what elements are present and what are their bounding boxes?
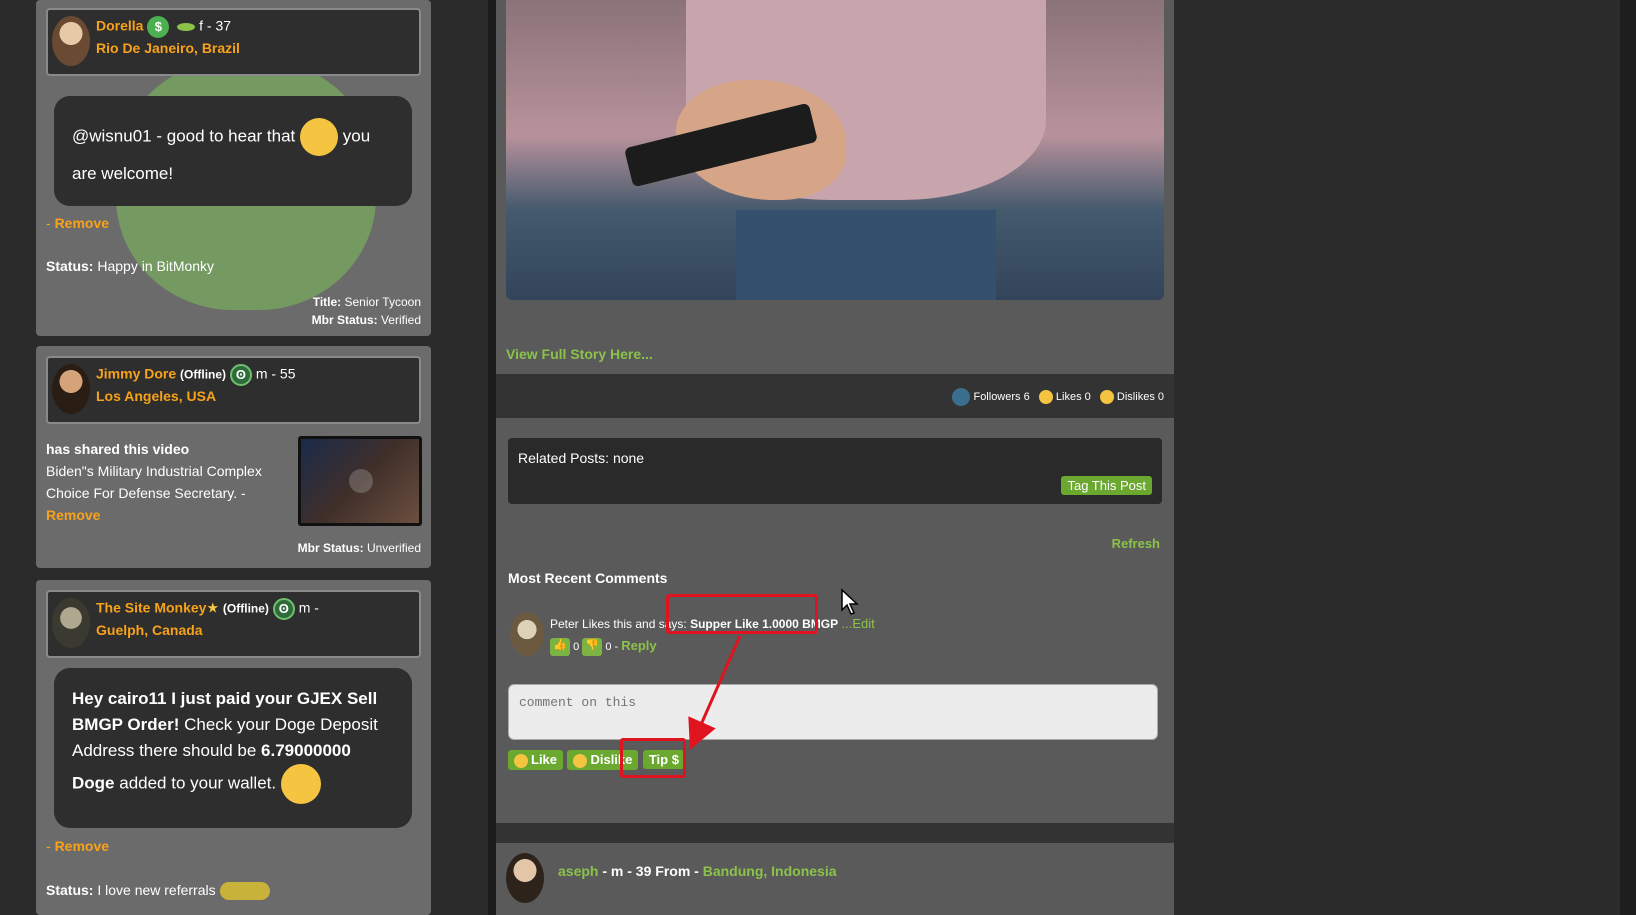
comment-item: Peter Likes this and says: Supper Like 1… bbox=[508, 608, 1148, 668]
like-smiley-icon bbox=[1038, 390, 1053, 404]
card-header: The Site Monkey★ (Offline) ʘ m - Guelph,… bbox=[46, 590, 421, 658]
user-demographic: m - 55 bbox=[255, 365, 296, 382]
monkeys-emoji-icon bbox=[219, 882, 270, 901]
message-bubble: @wisnu01 - good to hear that you are wel… bbox=[54, 96, 412, 206]
highlight-box-comment bbox=[666, 594, 818, 634]
offline-label: (Offline) bbox=[222, 601, 269, 616]
comments-section: Related Posts: none Tag This Post Refres… bbox=[496, 418, 1174, 823]
avatar[interactable] bbox=[506, 853, 544, 903]
feed-card: The Site Monkey★ (Offline) ʘ m - Guelph,… bbox=[36, 580, 431, 915]
remove-link[interactable]: Remove bbox=[46, 507, 100, 523]
mbr-status-value: Unverified bbox=[366, 541, 421, 555]
likes-count[interactable]: Likes 0 bbox=[1056, 391, 1091, 403]
dollar-badge-icon: $ bbox=[147, 16, 170, 38]
avatar[interactable] bbox=[52, 598, 90, 648]
story-photo[interactable] bbox=[506, 0, 1164, 300]
status-text: I love new referrals bbox=[97, 882, 216, 898]
user-country-link[interactable]: USA bbox=[187, 388, 217, 404]
status-label: Status: bbox=[46, 258, 94, 274]
view-full-story-link[interactable]: View Full Story Here... bbox=[506, 346, 653, 362]
related-posts-text: Related Posts: none bbox=[518, 450, 645, 466]
like-button[interactable]: Like bbox=[508, 750, 564, 770]
stats-bar: Followers 6 Likes 0 Dislikes 0 bbox=[496, 374, 1174, 418]
followers-icon bbox=[952, 388, 971, 406]
thinking-emoji-icon bbox=[300, 118, 339, 156]
mbr-status-label: Mbr Status: bbox=[297, 541, 364, 555]
status-label: Status: bbox=[46, 882, 94, 898]
refresh-link[interactable]: Refresh bbox=[1112, 536, 1160, 551]
thumbs-up-icon[interactable]: 👍 bbox=[550, 638, 570, 657]
video-thumbnail[interactable] bbox=[298, 436, 422, 526]
shared-video-label: has shared this video bbox=[46, 441, 190, 457]
user-country-link[interactable]: Brazil bbox=[202, 40, 240, 56]
status-text: Happy in BitMonky bbox=[97, 258, 215, 274]
monkey-badge-icon: ʘ bbox=[272, 598, 295, 620]
feed-card: Dorella $ f - 37 Rio De Janeiro, Brazil … bbox=[36, 0, 431, 336]
related-posts-panel: Related Posts: none Tag This Post bbox=[508, 438, 1162, 504]
thumbs-down-icon[interactable]: 👎 bbox=[582, 638, 603, 657]
main-column: View Full Story Here... Followers 6 Like… bbox=[496, 0, 1174, 915]
avatar[interactable] bbox=[52, 364, 90, 414]
recent-comments-heading: Most Recent Comments bbox=[508, 570, 668, 586]
user-demographic: f - 37 bbox=[199, 17, 232, 34]
dislike-smiley-icon bbox=[573, 753, 588, 768]
user-city-link[interactable]: Rio De Janeiro bbox=[96, 40, 194, 56]
user-name[interactable]: The Site Monkey bbox=[96, 600, 206, 616]
dislike-smiley-icon bbox=[1099, 390, 1114, 404]
feed-card: Jimmy Dore (Offline) ʘ m - 55 Los Angele… bbox=[36, 346, 431, 568]
card-header: Dorella $ f - 37 Rio De Janeiro, Brazil bbox=[46, 8, 421, 76]
title-label: Title: bbox=[312, 295, 342, 309]
chat-icon bbox=[177, 23, 196, 31]
user-city-link[interactable]: Guelph bbox=[96, 622, 144, 638]
next-user-country[interactable]: Indonesia bbox=[771, 863, 836, 879]
dislikes-count[interactable]: Dislikes 0 bbox=[1117, 391, 1164, 403]
avatar[interactable] bbox=[52, 16, 90, 66]
play-icon bbox=[349, 469, 373, 493]
reply-link[interactable]: Reply bbox=[621, 638, 656, 653]
user-city-link[interactable]: Los Angeles bbox=[96, 388, 179, 404]
mouse-cursor-icon bbox=[841, 588, 859, 615]
monkey-badge-icon: ʘ bbox=[229, 364, 252, 386]
like-smiley-icon bbox=[514, 753, 528, 768]
thumbs-up-count: 0 bbox=[573, 641, 580, 653]
sunglasses-emoji-icon bbox=[280, 764, 321, 804]
card-header: Jimmy Dore (Offline) ʘ m - 55 Los Angele… bbox=[46, 356, 421, 424]
offline-label: (Offline) bbox=[180, 367, 227, 382]
highlight-box-tip bbox=[620, 738, 686, 778]
next-user-name[interactable]: aseph bbox=[558, 863, 598, 879]
message-bubble: Hey cairo11 I just paid your GJEX Sell B… bbox=[54, 668, 412, 828]
page-edge bbox=[1620, 0, 1636, 915]
tag-post-button[interactable]: Tag This Post bbox=[1061, 476, 1152, 495]
user-country-link[interactable]: Canada bbox=[152, 622, 203, 638]
mbr-status-label: Mbr Status: bbox=[311, 313, 378, 327]
star-icon: ★ bbox=[206, 599, 220, 616]
user-demographic: m - bbox=[298, 599, 319, 616]
commenter-avatar[interactable] bbox=[510, 612, 544, 656]
thumbs-down-count: 0 - bbox=[605, 641, 619, 653]
next-user-demographic: - m - 39 From - bbox=[602, 863, 699, 879]
edit-link[interactable]: ...Edit bbox=[841, 616, 874, 631]
story-section: View Full Story Here... bbox=[496, 0, 1174, 374]
user-name[interactable]: Dorella bbox=[96, 18, 143, 34]
message-text-part1: @wisnu01 - good to hear that bbox=[72, 126, 296, 146]
user-name[interactable]: Jimmy Dore bbox=[96, 366, 176, 382]
remove-link[interactable]: Remove bbox=[55, 838, 109, 854]
column-divider bbox=[488, 0, 496, 915]
message-text-2: added to your wallet. bbox=[119, 773, 277, 793]
remove-link[interactable]: Remove bbox=[55, 215, 109, 231]
title-value: Senior Tycoon bbox=[344, 295, 422, 309]
followers-count[interactable]: Followers 6 bbox=[973, 391, 1029, 403]
separator-bar bbox=[496, 823, 1174, 843]
mbr-status-value: Verified bbox=[380, 313, 421, 327]
comment-input[interactable] bbox=[508, 684, 1158, 740]
video-title[interactable]: Biden"s Military Industrial Complex Choi… bbox=[46, 463, 262, 501]
next-post: aseph - m - 39 From - Bandung, Indonesia bbox=[496, 843, 1174, 915]
next-user-city[interactable]: Bandung bbox=[703, 863, 764, 879]
